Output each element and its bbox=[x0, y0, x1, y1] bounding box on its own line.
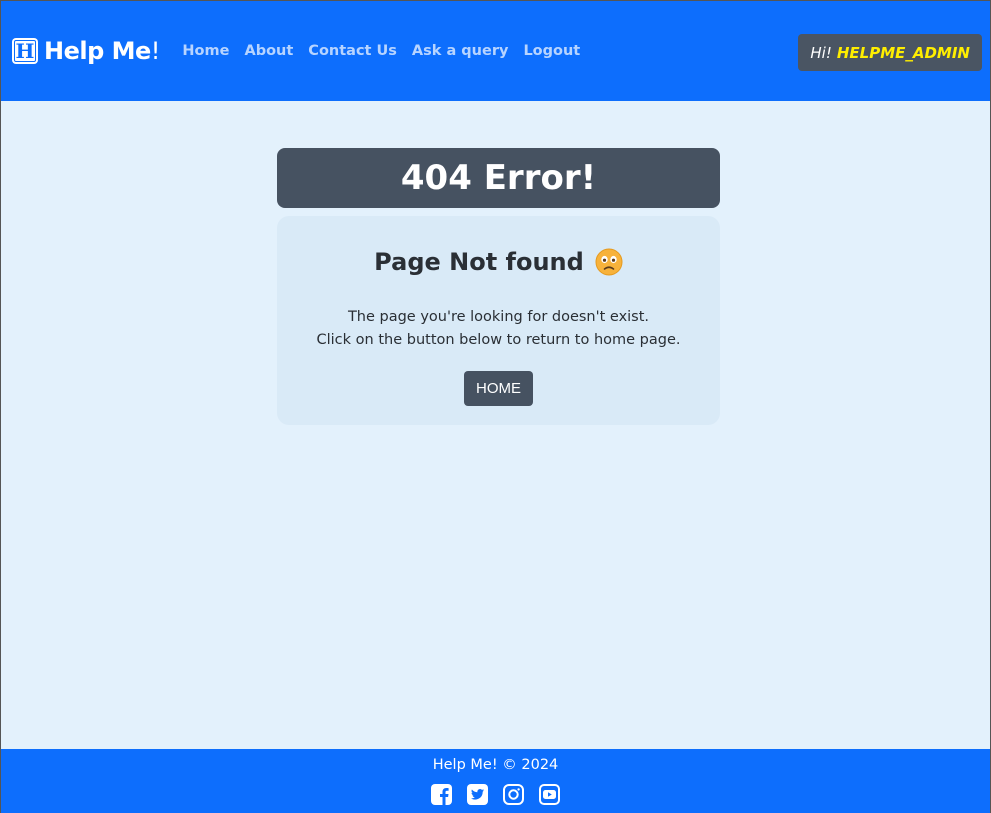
page: H Help Me! Home About Contact Us Ask a q… bbox=[0, 0, 991, 813]
social-links bbox=[1, 783, 990, 806]
nav-links: Home About Contact Us Ask a query Logout bbox=[182, 43, 595, 59]
brand-exclaim: ! bbox=[150, 37, 161, 65]
brand-name: Help Me bbox=[44, 37, 151, 65]
error-title: 404 Error! bbox=[400, 158, 597, 198]
nav-contact-us[interactable]: Contact Us bbox=[308, 43, 397, 59]
twitter-icon[interactable] bbox=[466, 783, 489, 806]
sad-face-icon bbox=[595, 248, 623, 276]
not-found-text: Page Not found bbox=[374, 248, 584, 276]
user-greeting: Hi! bbox=[810, 43, 832, 62]
error-description: The page you're looking for doesn't exis… bbox=[277, 306, 720, 352]
nav-home[interactable]: Home bbox=[182, 43, 229, 59]
not-found-heading: Page Not found bbox=[277, 248, 720, 276]
home-button[interactable]: HOME bbox=[464, 371, 533, 406]
error-title-banner: 404 Error! bbox=[277, 148, 720, 208]
error-line-2: Click on the button below to return to h… bbox=[316, 332, 681, 348]
facebook-icon[interactable] bbox=[430, 783, 453, 806]
error-line-1: The page you're looking for doesn't exis… bbox=[347, 309, 650, 325]
nav-about[interactable]: About bbox=[244, 43, 293, 59]
brand-logo-icon: H bbox=[12, 38, 38, 64]
footer: Help Me! © 2024 bbox=[1, 749, 990, 813]
nav-ask-query[interactable]: Ask a query bbox=[412, 43, 509, 59]
navbar: H Help Me! Home About Contact Us Ask a q… bbox=[1, 1, 990, 101]
user-name: HELPME_ADMIN bbox=[836, 43, 970, 62]
youtube-icon[interactable] bbox=[538, 783, 561, 806]
brand-link[interactable]: H Help Me! bbox=[12, 37, 160, 65]
footer-copyright: Help Me! © 2024 bbox=[432, 757, 559, 773]
error-card: Page Not found The page you're looking f… bbox=[277, 216, 720, 425]
nav-logout[interactable]: Logout bbox=[523, 43, 580, 59]
instagram-icon[interactable] bbox=[502, 783, 525, 806]
user-badge: Hi! HELPME_ADMIN bbox=[798, 34, 982, 71]
